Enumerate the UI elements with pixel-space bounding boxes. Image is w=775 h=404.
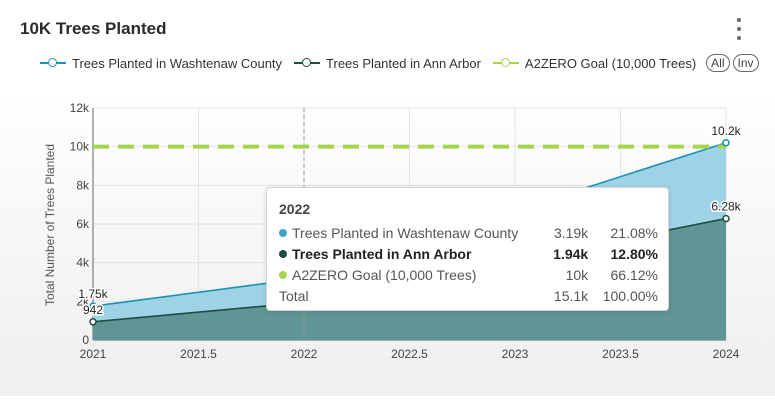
tooltip-dot-icon [279,270,287,279]
tooltip-series-percent: 21.08% [610,224,658,241]
data-label-ann-arbor: 942 [83,303,103,317]
x-tick-label: 2021 [80,347,107,361]
tooltip-series-value: 1.94k [553,245,589,262]
tooltip-total-value: 15.1k [553,287,589,304]
y-tick-label: 12k [70,101,90,115]
tooltip-series-value: 10k [565,266,589,283]
y-axis-label: Total Number of Trees Planted [43,143,57,307]
x-tick-label: 2022 [291,347,318,361]
data-label-ann-arbor: 6.28k [711,200,741,214]
y-tick-label: 6k [76,217,90,231]
x-tick-label: 2024 [713,347,740,361]
point-washtenaw [722,139,730,147]
tooltip-total-label: Total [279,287,309,304]
point-ann-arbor [89,318,97,326]
tooltip-series-name: A2ZERO Goal (10,000 Trees) [292,266,477,283]
tooltip-row-ann-arbor: Trees Planted in Ann Arbor 1.94k 12.80% [279,243,658,264]
y-tick-label: 0 [82,333,89,347]
tooltip-series-value: 3.19k [553,224,589,241]
tooltip-row-washtenaw: Trees Planted in Washtenaw County 3.19k … [279,222,658,243]
point-ann-arbor [722,214,730,223]
tooltip-dot-icon [279,249,287,258]
x-tick-label: 2023.5 [602,347,639,361]
tooltip-series-percent: 66.12% [610,266,658,283]
tooltip-dot-icon [279,228,287,237]
y-tick-label: 8k [76,178,90,192]
tooltip-row-total: Total 15.1k 100.00% [279,285,658,306]
data-label-washtenaw: 10.2k [711,124,741,138]
x-tick-label: 2022.5 [391,347,428,361]
tooltip-title: 2022 [279,201,311,217]
tooltip-total-percent: 100.00% [602,287,658,304]
tooltip-series-name: Trees Planted in Washtenaw County [292,224,519,241]
data-label-washtenaw: 1.75k [78,287,108,301]
y-tick-label: 4k [76,256,90,270]
y-tick-label: 10k [70,140,90,154]
tooltip-series-name: Trees Planted in Ann Arbor [292,245,472,262]
x-tick-label: 2023 [502,347,529,361]
card-bottom-margin [0,396,775,404]
tooltip-row-goal: A2ZERO Goal (10,000 Trees) 10k 66.12% [279,264,658,285]
x-tick-label: 2021.5 [180,347,217,361]
tooltip: 2022 Trees Planted in Washtenaw County 3… [266,187,669,311]
tooltip-series-percent: 12.80% [610,245,658,262]
